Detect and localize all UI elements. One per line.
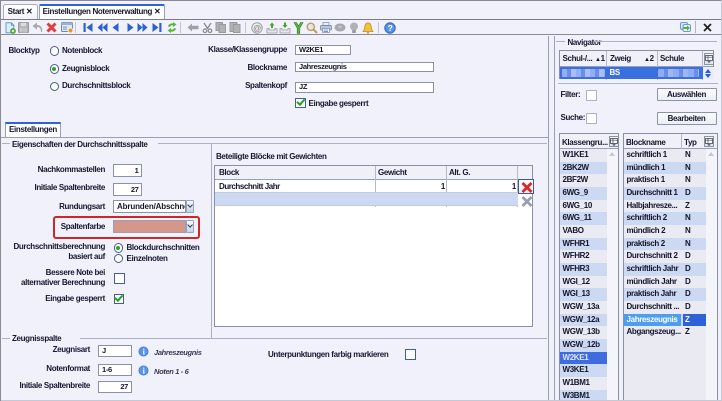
svg-text:?: ? <box>388 23 393 33</box>
svg-text:@: @ <box>253 24 261 33</box>
